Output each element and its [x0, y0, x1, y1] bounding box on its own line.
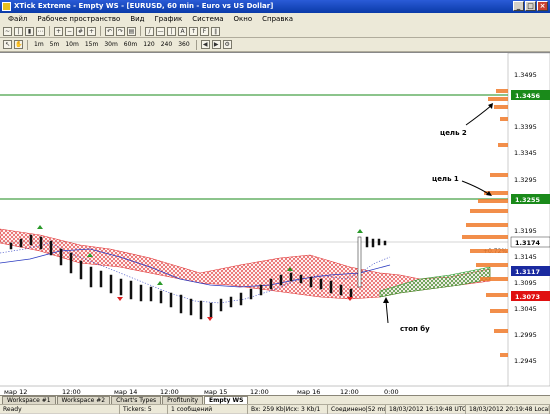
- timeframe-10m[interactable]: 10m: [63, 41, 80, 48]
- price-tick: 1.2995: [514, 331, 537, 339]
- vline-icon[interactable]: |: [167, 26, 176, 36]
- scroll-right-icon[interactable]: ▶: [211, 40, 221, 49]
- stop-arrow: [385, 300, 389, 324]
- scroll-left-icon[interactable]: ◀: [200, 40, 210, 49]
- menu-window[interactable]: Окно: [229, 15, 258, 23]
- menu-bar: Файл Рабочее пространство Вид График Сис…: [0, 13, 550, 25]
- price-tick: 1.3095: [514, 279, 537, 287]
- status-bar: Ready Tickers: 5 1 сообщений Bx: 259 Kb|…: [0, 404, 550, 414]
- tab-charts-types[interactable]: Chart's Types: [111, 396, 162, 404]
- grid-icon[interactable]: #: [76, 26, 85, 36]
- zoom-out-icon[interactable]: −: [65, 26, 74, 36]
- status-ready: Ready: [0, 404, 120, 414]
- redo-icon[interactable]: ↷: [116, 26, 125, 36]
- status-connection: Соединено|52 ms: [328, 404, 386, 414]
- timeframe-1m[interactable]: 1m: [32, 41, 46, 48]
- status-tickers: Tickers: 5: [120, 404, 168, 414]
- bar-chart-icon[interactable]: |: [14, 26, 23, 36]
- hand-icon[interactable]: ✋: [14, 40, 23, 49]
- tab-profitunity[interactable]: Profitunity: [162, 396, 203, 404]
- stop-arrowhead: [383, 297, 389, 303]
- arrow-icon[interactable]: ↑: [189, 26, 198, 36]
- maximize-button[interactable]: □: [525, 1, 536, 11]
- volume-profile: [462, 89, 508, 357]
- price-tick: 1.3295: [514, 176, 537, 184]
- current-price-text: 1.3174: [515, 239, 541, 247]
- zoom-in-icon[interactable]: +: [54, 26, 63, 36]
- price-tick: 1.3395: [514, 123, 537, 131]
- line-chart-icon[interactable]: ~: [3, 26, 12, 36]
- channel-icon[interactable]: ∥: [211, 26, 220, 36]
- tab-empty-ws[interactable]: Empty WS: [204, 396, 249, 404]
- status-server-time: 18/03/2012 16:19:48 UTC: [386, 404, 466, 414]
- indicators-icon[interactable]: ⋯: [36, 26, 45, 36]
- target2-price-text: 1.3456: [515, 92, 541, 100]
- chart-svg: 1.3495 1.3395 1.3345 1.3295 1.3195 1.314…: [0, 53, 550, 396]
- hline-icon[interactable]: —: [156, 26, 165, 36]
- separator: [140, 26, 141, 36]
- timeframe-360[interactable]: 360: [176, 41, 191, 48]
- cursor-icon[interactable]: ↖: [3, 40, 12, 49]
- menu-help[interactable]: Справка: [257, 15, 298, 23]
- blue-level-text: 1.3117: [515, 268, 540, 276]
- timeframe-60m[interactable]: 60m: [122, 41, 139, 48]
- status-messages: 1 сообщений: [168, 404, 248, 414]
- print-icon[interactable]: ▤: [127, 26, 136, 36]
- target2-arrow: [465, 104, 493, 126]
- candle-chart-icon[interactable]: ▮: [25, 26, 34, 36]
- menu-system[interactable]: Система: [187, 15, 228, 23]
- workspace-tabs: Workspace #1 Workspace #2 Chart's Types …: [0, 395, 550, 404]
- status-local-time: 18/03/2012 20:19:48 Local: [466, 404, 550, 414]
- menu-view[interactable]: Вид: [125, 15, 149, 23]
- window-title: XTick Extreme - Empty WS - [EURUSD, 60 m…: [14, 2, 274, 10]
- settings-icon[interactable]: ⚙: [222, 40, 232, 49]
- minimize-button[interactable]: _: [513, 1, 524, 11]
- separator: [195, 39, 197, 50]
- timeframe-toolbar: ↖ ✋ 1m 5m 10m 15m 30m 60m 120 240 360 ◀ …: [0, 38, 550, 52]
- price-chart[interactable]: 1.3495 1.3395 1.3345 1.3295 1.3195 1.314…: [0, 52, 550, 396]
- target2-annotation: цель 2: [440, 129, 467, 137]
- price-tick: 1.2945: [514, 357, 537, 365]
- red-level-text: 1.3073: [515, 293, 540, 301]
- text-icon[interactable]: A: [178, 26, 187, 36]
- timeframe-240[interactable]: 240: [159, 41, 174, 48]
- timeframe-120[interactable]: 120: [141, 41, 156, 48]
- price-tick: 1.3195: [514, 227, 537, 235]
- crosshair-icon[interactable]: +: [87, 26, 96, 36]
- target1-price-text: 1.3255: [515, 196, 541, 204]
- timeframe-30m[interactable]: 30m: [102, 41, 119, 48]
- timeframe-5m[interactable]: 5m: [48, 41, 62, 48]
- menu-chart[interactable]: График: [150, 15, 188, 23]
- title-bar: XTick Extreme - Empty WS - [EURUSD, 60 m…: [0, 0, 550, 13]
- separator: [100, 26, 101, 36]
- stop-annotation: стоп бу: [400, 325, 430, 333]
- main-toolbar: ~ | ▮ ⋯ + − # + ↶ ↷ ▤ / — | A ↑ F ∥: [0, 25, 550, 38]
- tab-workspace-1[interactable]: Workspace #1: [2, 396, 56, 404]
- timeframe-15m[interactable]: 15m: [83, 41, 100, 48]
- price-tick: 1.3145: [514, 253, 537, 261]
- tab-workspace-2[interactable]: Workspace #2: [56, 396, 111, 404]
- menu-workspace[interactable]: Рабочее пространство: [32, 15, 125, 23]
- separator: [27, 39, 28, 50]
- target1-annotation: цель 1: [432, 175, 459, 183]
- price-tick: 1.3495: [514, 71, 537, 79]
- menu-file[interactable]: Файл: [3, 15, 32, 23]
- status-traffic: Bx: 259 Kb|Исх: 3 Kb/1: [248, 404, 328, 414]
- price-tick: 1.3045: [514, 305, 537, 313]
- app-icon: [2, 2, 11, 11]
- fibo-icon[interactable]: F: [200, 26, 209, 36]
- undo-icon[interactable]: ↶: [105, 26, 114, 36]
- close-button[interactable]: ×: [537, 1, 548, 11]
- trendline-icon[interactable]: /: [145, 26, 154, 36]
- price-tick: 1.3345: [514, 149, 537, 157]
- separator: [49, 26, 50, 36]
